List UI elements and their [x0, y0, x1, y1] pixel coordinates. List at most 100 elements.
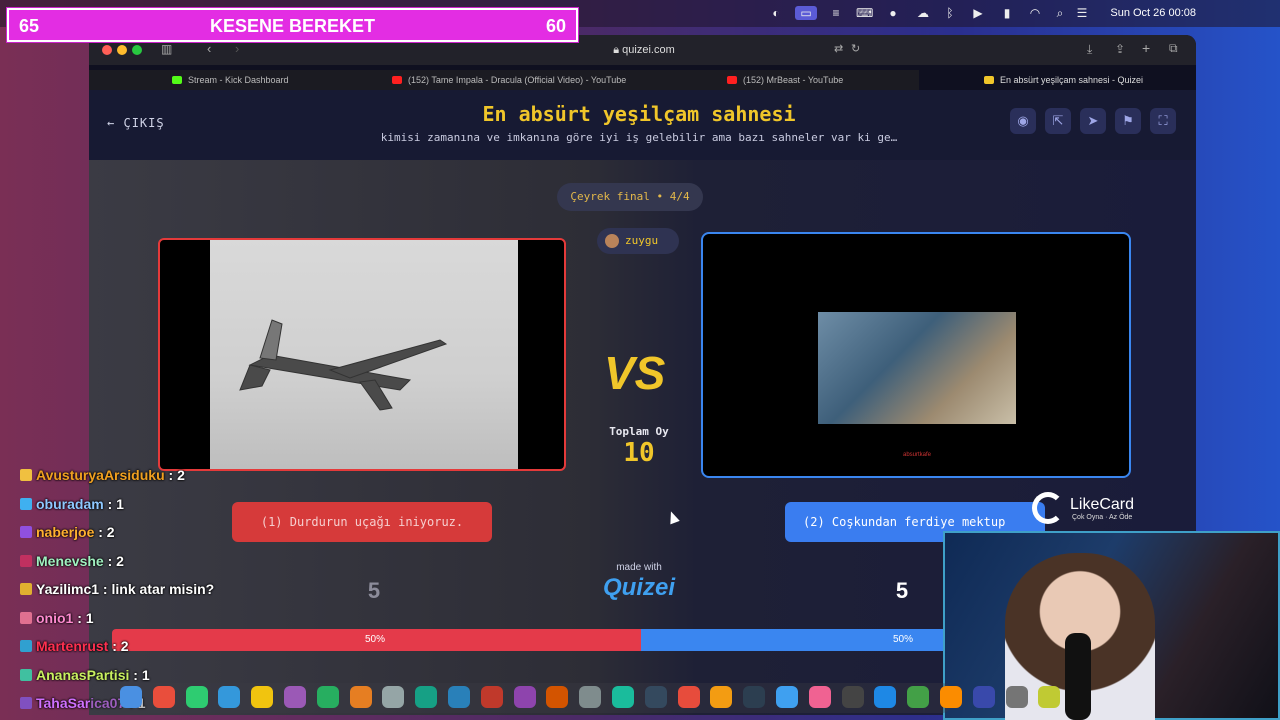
airplane-image [210, 240, 518, 469]
dock-app-icon[interactable] [677, 686, 700, 708]
minimize-window-button[interactable] [117, 45, 127, 55]
dock-app-icon[interactable] [644, 686, 667, 708]
dock-app-icon[interactable] [316, 686, 339, 708]
dock-app-icon[interactable] [874, 686, 897, 708]
airplane-graphic [239, 319, 448, 411]
quizei-logo[interactable]: Quizei [597, 574, 681, 602]
chat-message: Yazilimc1 : link atar misin? [20, 581, 214, 601]
eye-icon[interactable]: ◉ [1010, 108, 1036, 134]
address-bar[interactable]: 🔒︎ quizei.com [419, 41, 869, 59]
new-tab-icon[interactable]: + [1142, 40, 1150, 56]
tab-quizei[interactable]: En absürt yeşilçam sahnesi - Quizei [919, 70, 1196, 90]
vs-logo: VS [604, 347, 666, 399]
close-window-button[interactable] [102, 45, 112, 55]
share-icon[interactable]: ⇱ [1045, 108, 1071, 134]
dock-app-icon[interactable] [120, 686, 142, 708]
chat-badge-icon [20, 668, 32, 681]
screen-icon[interactable]: ▭ [795, 6, 817, 20]
microphone-image [1065, 633, 1091, 720]
share-browser-icon[interactable]: ⇪ [1115, 42, 1125, 56]
chat-username: Menevshe [36, 552, 104, 569]
chat-message: oburadam : 1 [20, 496, 124, 516]
right-percent-label: 50% [893, 634, 914, 645]
chat-message: AvusturyaArsiduku : 2 [20, 467, 185, 487]
forward-icon[interactable]: › [235, 41, 239, 56]
dock-app-icon[interactable] [284, 686, 306, 708]
dock-app-icon[interactable] [612, 686, 634, 708]
wifi-icon[interactable]: ◠ [1027, 6, 1043, 20]
record-icon[interactable]: ● [885, 6, 901, 20]
zoom-window-button[interactable] [132, 45, 142, 55]
tab-youtube-mrbeast[interactable]: (152) MrBeast - YouTube [719, 70, 919, 90]
menu-icon[interactable]: ≡ [828, 6, 844, 20]
chat-username: AnanasPartisi [36, 666, 130, 683]
dock-app-icon[interactable] [579, 686, 602, 708]
dock-app-icon[interactable] [382, 686, 405, 708]
chat-text: : link atar misin? [99, 581, 215, 597]
dock-app-icon[interactable] [513, 686, 536, 708]
chat-badge-icon [20, 469, 32, 481]
chat-badge-icon [20, 497, 32, 510]
reload-icon[interactable]: ↻ [851, 42, 860, 55]
tab-bar: Stream - Kick Dashboard (152) Tame Impal… [89, 70, 1196, 90]
tab-label: Stream - Kick Dashboard [188, 75, 289, 85]
dock-app-icon[interactable] [710, 686, 733, 708]
battery-icon[interactable]: ▮ [996, 6, 1018, 20]
tab-label: (152) MrBeast - YouTube [743, 75, 844, 85]
quiz-header: ← ÇIKIŞ En absürt yeşilçam sahnesi kimis… [89, 90, 1196, 160]
menu-bar-clock[interactable]: Sun Oct 26 00:08 [1110, 7, 1196, 19]
translate-icon[interactable]: ⇄ [834, 42, 843, 55]
dock-app-icon[interactable] [776, 686, 798, 708]
likecard-tagline: Çok Oyna · Az Öde [1072, 514, 1133, 521]
flag-icon[interactable]: ⚑ [1115, 108, 1141, 134]
dock-app-icon[interactable] [1038, 686, 1061, 708]
keyboard-icon[interactable]: ⌨ [856, 6, 873, 20]
chat-text: : 2 [94, 524, 115, 540]
chat-badge-icon [20, 583, 32, 595]
play-icon[interactable]: ▶ [970, 6, 986, 20]
tab-overview-icon[interactable]: ⧉ [1169, 41, 1178, 56]
dock-app-icon[interactable] [972, 686, 995, 708]
likecard-logo: LikeCard Çok Oyna · Az Öde [1032, 490, 1152, 526]
tab-label: (152) Tame Impala - Dracula (Official Vi… [408, 75, 627, 85]
round-indicator: Çeyrek final • 4/4 [557, 183, 703, 211]
back-icon[interactable]: ‹ [207, 41, 211, 56]
cloud-icon[interactable]: ☁ [915, 6, 931, 20]
dock-app-icon[interactable] [480, 686, 503, 708]
dock-app-icon[interactable] [940, 686, 962, 708]
left-option-card[interactable] [158, 238, 566, 471]
tab-kick[interactable]: Stream - Kick Dashboard [164, 70, 364, 90]
send-icon[interactable]: ➤ [1080, 108, 1106, 134]
avatar [605, 234, 619, 248]
search-icon[interactable]: ⌕ [1052, 6, 1068, 20]
download-icon[interactable]: ⤓ [1087, 42, 1092, 57]
total-votes-value: 10 [623, 438, 655, 468]
dock-app-icon[interactable] [415, 686, 438, 708]
chat-badge-icon [20, 554, 32, 567]
bluetooth-icon[interactable]: ᛒ [942, 6, 958, 20]
chat-text: : 1 [73, 609, 94, 626]
dock-app-icon[interactable] [152, 686, 175, 708]
dock-app-icon[interactable] [349, 686, 372, 708]
status-icon[interactable]: ◐ [768, 6, 784, 20]
dock-app-icon[interactable] [448, 686, 470, 708]
dock-app-icon[interactable] [185, 686, 208, 708]
tab-youtube-tame-impala[interactable]: (152) Tame Impala - Dracula (Official Vi… [384, 70, 644, 90]
dock-app-icon[interactable] [808, 686, 831, 708]
chat-message: Martenrust : 2 [20, 638, 129, 658]
dock-app-icon[interactable] [841, 686, 864, 708]
sidebar-icon[interactable]: ▥ [161, 42, 172, 56]
video-watermark: absurtkafe [903, 452, 932, 458]
fullscreen-icon[interactable]: ⛶ [1150, 108, 1176, 134]
dock-app-icon[interactable] [907, 686, 930, 708]
control-center-icon[interactable]: ☰ [1074, 6, 1090, 20]
dock-app-icon[interactable] [218, 686, 241, 708]
dock-app-icon[interactable] [1005, 686, 1028, 708]
dock-app-icon[interactable] [743, 686, 766, 708]
chat-badge-icon [20, 611, 32, 624]
chat-username: oburadam [36, 495, 104, 512]
chat-text: : 1 [129, 666, 150, 683]
dock-app-icon[interactable] [546, 686, 569, 708]
right-option-card[interactable]: absurtkafe [701, 232, 1131, 478]
dock-app-icon[interactable] [251, 686, 274, 708]
